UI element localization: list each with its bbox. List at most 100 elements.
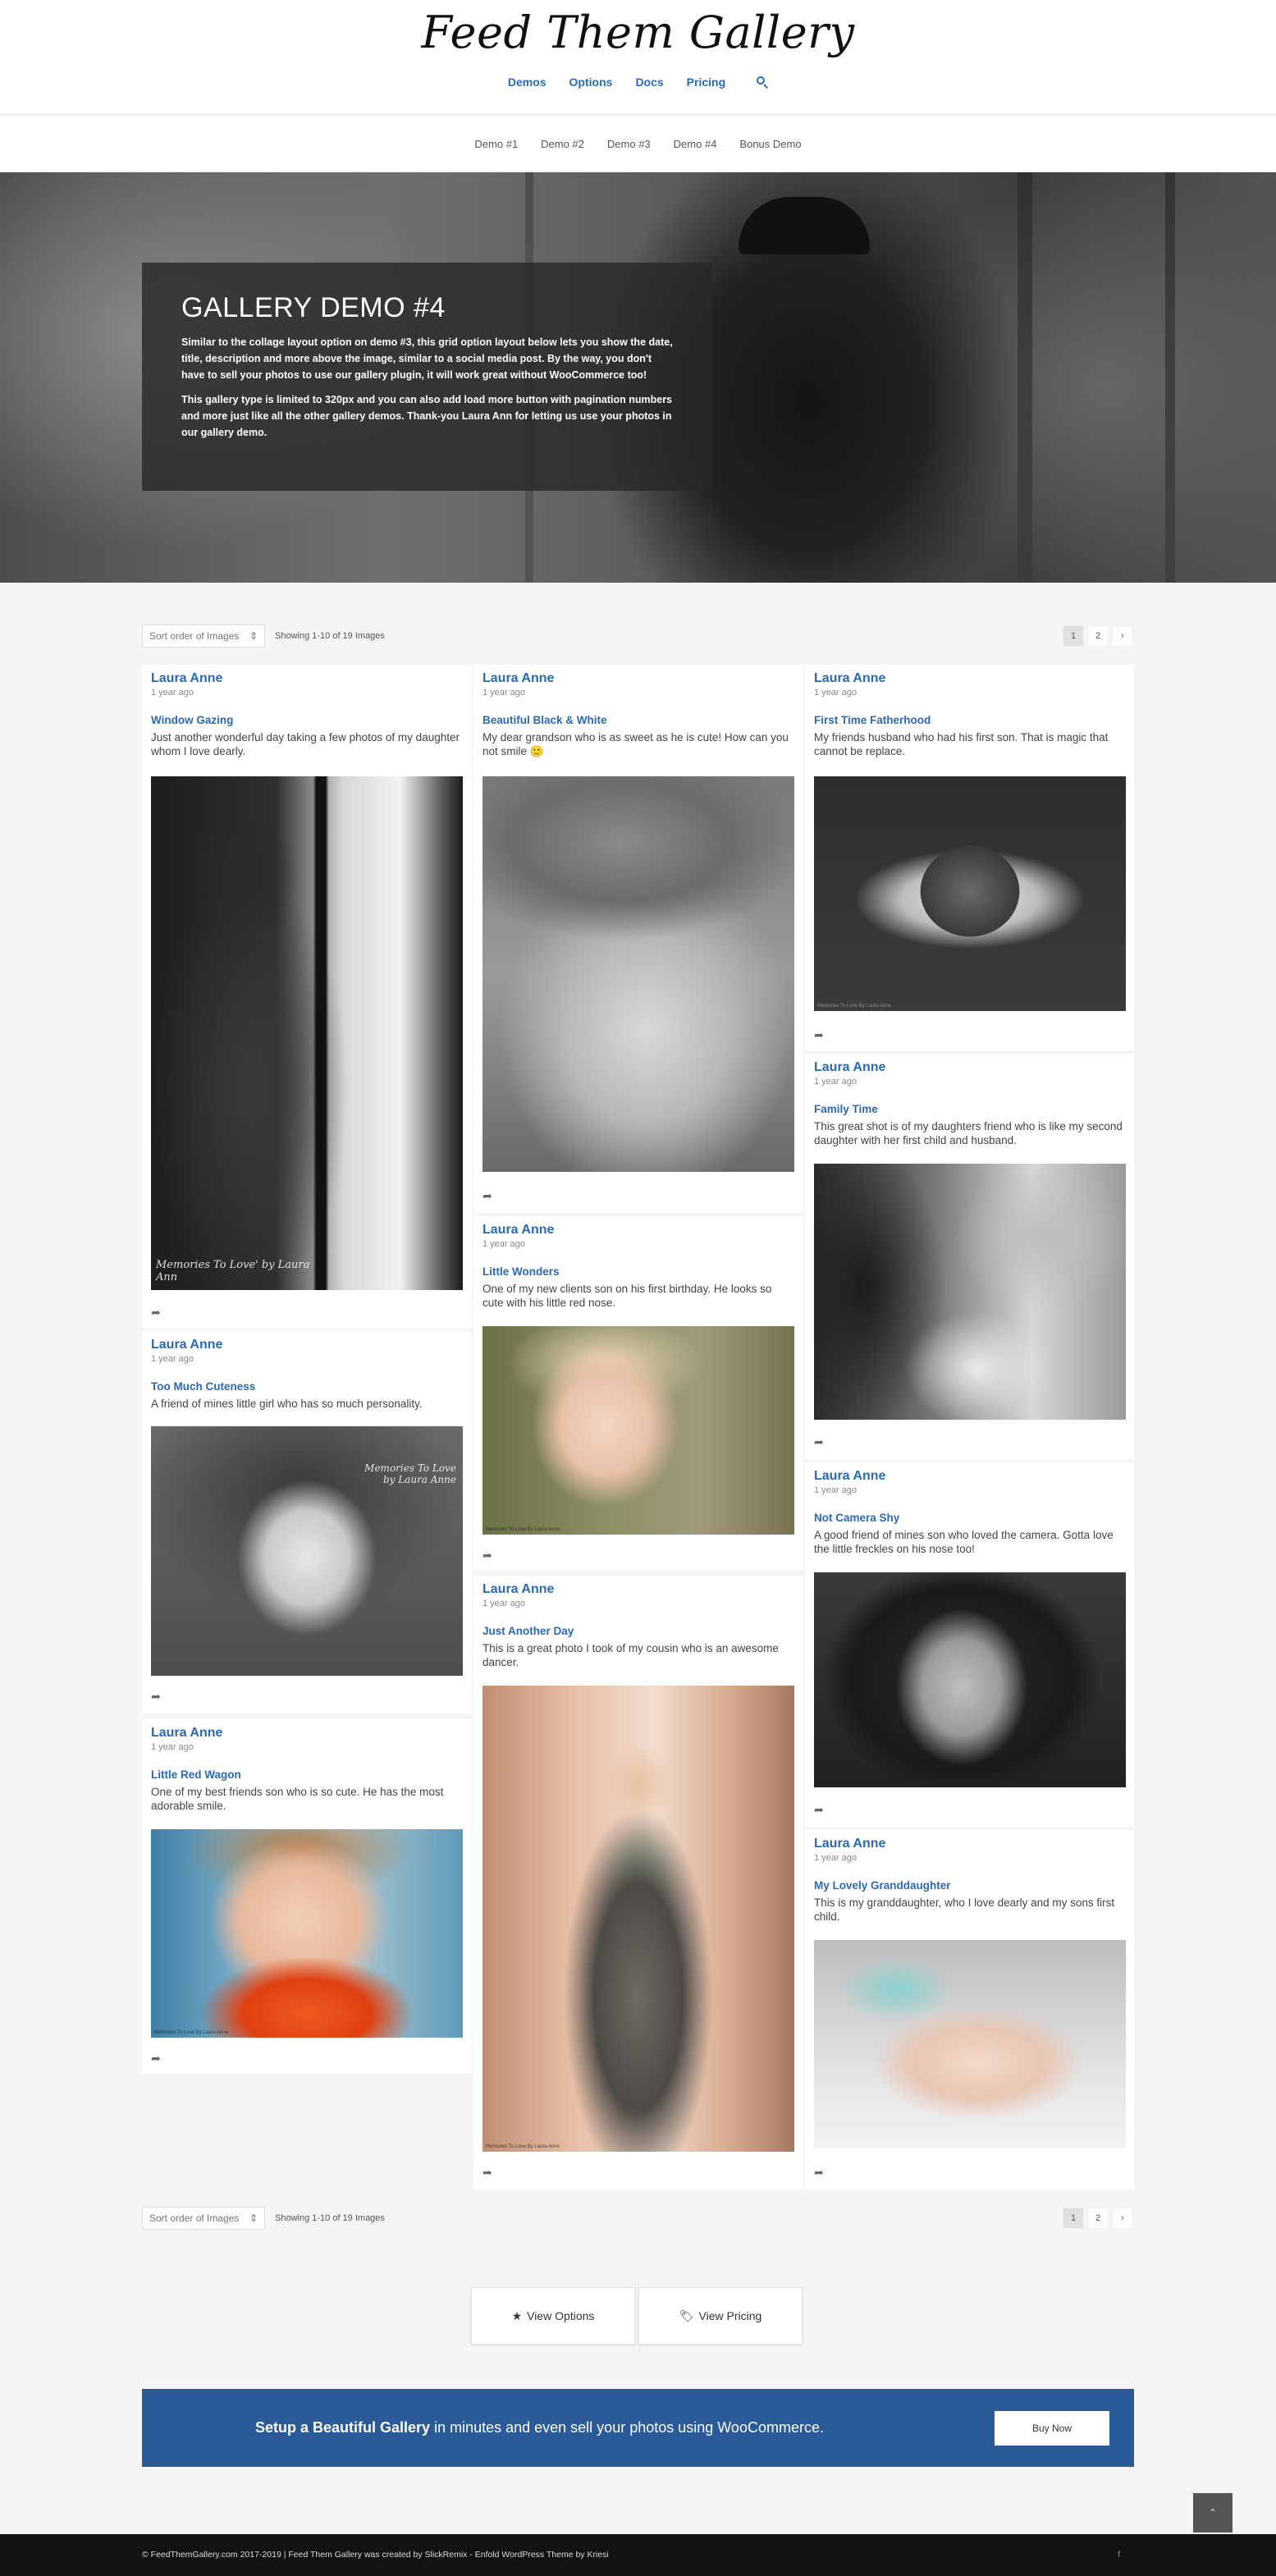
post-photo[interactable] bbox=[814, 1940, 1126, 2148]
page-next[interactable]: › bbox=[1112, 2208, 1133, 2229]
sort-select[interactable]: Sort order of Images ⇕ bbox=[142, 625, 265, 647]
post-description: One of my new clients son on his first b… bbox=[483, 1283, 772, 1309]
post-title[interactable]: My Lovely Granddaughter bbox=[814, 1879, 1125, 1892]
post-title[interactable]: Little Wonders bbox=[483, 1265, 794, 1278]
post-date: 1 year ago bbox=[814, 1485, 857, 1495]
post-photo[interactable]: Memories To Love By Laura Anne bbox=[483, 1686, 794, 2152]
scroll-top-button[interactable]: ⌃ bbox=[1193, 2493, 1233, 2533]
post-description: Just another wonderful day taking a few … bbox=[151, 731, 460, 757]
gallery-controls-bottom: Sort order of Images ⇕ Showing 1-10 of 19… bbox=[142, 2206, 1133, 2231]
post-title[interactable]: Family Time bbox=[814, 1103, 1125, 1115]
cta-rest: in minutes and even sell your photos usi… bbox=[430, 2419, 824, 2436]
view-options-label: View Options bbox=[527, 2309, 595, 2322]
subnav-demo-1[interactable]: Demo #1 bbox=[474, 138, 518, 150]
post-photo[interactable]: Memories To Love' by Laura Ann bbox=[151, 776, 463, 1290]
post-author[interactable]: Laura Anne bbox=[483, 671, 794, 686]
post-title[interactable]: Little Red Wagon bbox=[151, 1768, 463, 1781]
share-icon[interactable]: ➦ bbox=[483, 1549, 497, 1561]
page-next[interactable]: › bbox=[1112, 625, 1133, 647]
subnav-bonus-demo[interactable]: Bonus Demo bbox=[739, 138, 801, 150]
share-icon[interactable]: ➦ bbox=[151, 2052, 166, 2064]
showing-count: Showing 1-10 of 19 Images bbox=[275, 2213, 385, 2223]
post-description: This great shot is of my daughters frien… bbox=[814, 1120, 1123, 1146]
post-photo[interactable]: Memories To Love by Laura Anne bbox=[151, 1426, 463, 1676]
gallery-post: Laura Anne 1 year ago Window Gazing Just… bbox=[142, 665, 472, 1328]
post-title[interactable]: Just Another Day bbox=[483, 1625, 794, 1637]
gallery-post: Laura Anne 1 year ago Beautiful Black & … bbox=[473, 665, 803, 1213]
post-title[interactable]: Not Camera Shy bbox=[814, 1512, 1125, 1524]
share-icon[interactable]: ➦ bbox=[814, 1436, 829, 1448]
page-2[interactable]: 2 bbox=[1087, 2208, 1109, 2229]
pagination: 1 2 › bbox=[1063, 625, 1133, 647]
post-date: 1 year ago bbox=[814, 688, 857, 698]
hero-tree bbox=[1165, 172, 1175, 583]
post-date: 1 year ago bbox=[483, 1599, 525, 1608]
post-title[interactable]: Beautiful Black & White bbox=[483, 714, 794, 726]
share-icon[interactable]: ➦ bbox=[483, 2166, 497, 2178]
cta-text: Setup a Beautiful Gallery in minutes and… bbox=[255, 2419, 824, 2436]
facebook-icon[interactable]: f bbox=[1118, 2550, 1120, 2560]
post-author[interactable]: Laura Anne bbox=[814, 1469, 1125, 1484]
post-description: My dear grandson who is as sweet as he i… bbox=[483, 731, 789, 757]
page-2[interactable]: 2 bbox=[1087, 625, 1109, 647]
post-author[interactable]: Laura Anne bbox=[814, 671, 1125, 686]
subnav-demo-4[interactable]: Demo #4 bbox=[674, 138, 717, 150]
post-author[interactable]: Laura Anne bbox=[483, 1582, 794, 1597]
post-photo[interactable]: Memories To Love By Laura Anne bbox=[483, 1326, 794, 1535]
post-photo[interactable] bbox=[814, 1164, 1126, 1420]
gallery-post: Laura Anne 1 year ago My Lovely Granddau… bbox=[805, 1830, 1134, 2189]
post-author[interactable]: Laura Anne bbox=[483, 1223, 794, 1238]
share-icon[interactable]: ➦ bbox=[814, 1029, 829, 1041]
post-author[interactable]: Laura Anne bbox=[814, 1837, 1125, 1851]
post-title[interactable]: Too Much Cuteness bbox=[151, 1380, 463, 1393]
post-photo[interactable]: Memories To Love By Laura Anne bbox=[151, 1829, 463, 2038]
post-author[interactable]: Laura Anne bbox=[151, 1338, 463, 1352]
nav-options[interactable]: Options bbox=[569, 75, 613, 89]
hero-text-box: GALLERY DEMO #4 Similar to the collage l… bbox=[142, 263, 712, 491]
site-logo[interactable]: Feed Them Gallery bbox=[0, 7, 1276, 58]
subnav-demo-2[interactable]: Demo #2 bbox=[541, 138, 584, 150]
share-icon[interactable]: ➦ bbox=[151, 1691, 166, 1702]
nav-docs[interactable]: Docs bbox=[635, 75, 663, 89]
view-pricing-button[interactable]: 🏷 View Pricing bbox=[638, 2287, 803, 2345]
buy-now-button[interactable]: Buy Now bbox=[995, 2411, 1109, 2446]
page-1[interactable]: 1 bbox=[1063, 625, 1084, 647]
post-photo[interactable] bbox=[814, 1572, 1126, 1787]
photo-watermark: Memories To Love By Laura Anne bbox=[486, 1527, 560, 1532]
post-description: My friends husband who had his first son… bbox=[814, 731, 1109, 757]
view-options-button[interactable]: ★ View Options bbox=[471, 2287, 635, 2345]
select-arrows-icon: ⇕ bbox=[249, 2212, 258, 2224]
post-author[interactable]: Laura Anne bbox=[151, 1726, 463, 1741]
post-photo[interactable]: Memories To Love By Laura Anne bbox=[814, 776, 1126, 1011]
sort-select[interactable]: Sort order of Images ⇕ bbox=[142, 2207, 265, 2230]
share-icon[interactable]: ➦ bbox=[814, 1804, 829, 1815]
gallery-controls-top: Sort order of Images ⇕ Showing 1-10 of 19… bbox=[142, 624, 1133, 648]
subnav-demo-3[interactable]: Demo #3 bbox=[607, 138, 651, 150]
hero-tree bbox=[1018, 172, 1032, 583]
site-footer: © FeedThemGallery.com 2017-2019 | Feed T… bbox=[0, 2534, 1276, 2576]
page-1[interactable]: 1 bbox=[1063, 2208, 1084, 2229]
post-date: 1 year ago bbox=[483, 1239, 525, 1249]
share-icon[interactable]: ➦ bbox=[483, 1190, 497, 1201]
search-icon[interactable] bbox=[757, 76, 769, 89]
nav-pricing[interactable]: Pricing bbox=[687, 75, 725, 89]
post-author[interactable]: Laura Anne bbox=[151, 671, 463, 686]
footer-copyright: © FeedThemGallery.com 2017-2019 | Feed T… bbox=[142, 2550, 609, 2560]
post-date: 1 year ago bbox=[151, 1742, 194, 1752]
gallery-post: Laura Anne 1 year ago Family Time This g… bbox=[805, 1054, 1134, 1459]
photo-watermark: Memories To Love by Laura Anne bbox=[364, 1462, 456, 1485]
cta-bold: Setup a Beautiful Gallery bbox=[255, 2419, 431, 2436]
post-date: 1 year ago bbox=[151, 688, 194, 698]
sort-select-label: Sort order of Images bbox=[149, 630, 240, 642]
cta-banner: Setup a Beautiful Gallery in minutes and… bbox=[142, 2389, 1134, 2467]
post-author[interactable]: Laura Anne bbox=[814, 1060, 1125, 1075]
post-title[interactable]: Window Gazing bbox=[151, 714, 463, 726]
post-photo[interactable] bbox=[483, 776, 794, 1172]
post-description: This is a great photo I took of my cousi… bbox=[483, 1642, 779, 1668]
nav-demos[interactable]: Demos bbox=[508, 75, 547, 89]
gallery-post: Laura Anne 1 year ago Not Camera Shy A g… bbox=[805, 1462, 1134, 1827]
share-icon[interactable]: ➦ bbox=[151, 1306, 166, 1318]
share-icon[interactable]: ➦ bbox=[814, 2166, 829, 2178]
post-description: A good friend of mines son who loved the… bbox=[814, 1529, 1114, 1555]
post-title[interactable]: First Time Fatherhood bbox=[814, 714, 1125, 726]
